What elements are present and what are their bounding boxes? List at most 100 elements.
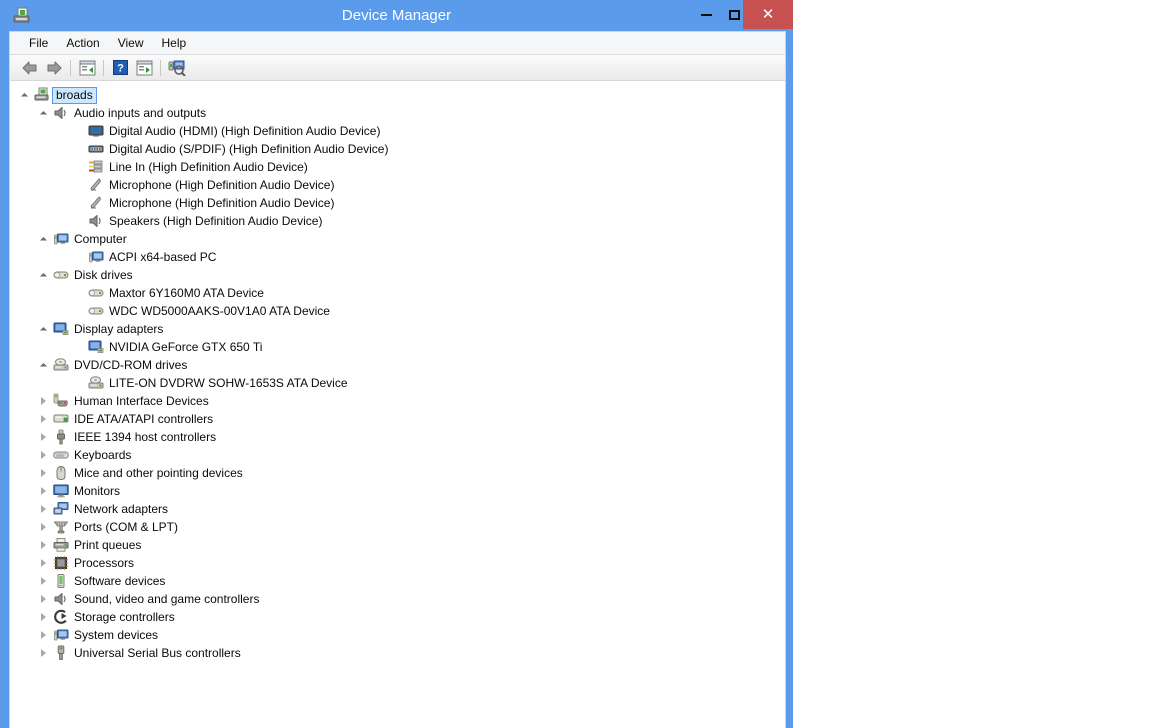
expand-triangle-expanded-icon[interactable]	[35, 266, 51, 284]
tree-node[interactable]: Display adapters	[10, 320, 785, 338]
tree-node[interactable]: Digital Audio (S/PDIF) (High Definition …	[10, 140, 785, 158]
tree-node[interactable]: Maxtor 6Y160M0 ATA Device	[10, 284, 785, 302]
tree-node[interactable]: LITE-ON DVDRW SOHW-1653S ATA Device	[10, 374, 785, 392]
tree-node[interactable]: Universal Serial Bus controllers	[10, 644, 785, 662]
maximize-icon	[729, 9, 740, 20]
tree-node[interactable]: Storage controllers	[10, 608, 785, 626]
ieee1394-icon	[51, 428, 71, 446]
computer-icon	[51, 230, 71, 248]
expand-triangle-collapsed-icon[interactable]	[35, 536, 51, 554]
tree-node[interactable]: Keyboards	[10, 446, 785, 464]
tree-node[interactable]: Mice and other pointing devices	[10, 464, 785, 482]
toolbar-separator-1	[70, 59, 71, 76]
expand-triangle-expanded-icon[interactable]	[35, 104, 51, 122]
tree-node[interactable]: Audio inputs and outputs	[10, 104, 785, 122]
tree-node-label: DVD/CD-ROM drives	[74, 358, 188, 372]
help-button[interactable]: ?	[108, 57, 132, 79]
expand-triangle-collapsed-icon[interactable]	[35, 410, 51, 428]
tree-node[interactable]: IDE ATA/ATAPI controllers	[10, 410, 785, 428]
tree-node[interactable]: Network adapters	[10, 500, 785, 518]
title-bar[interactable]: Device Manager ✕	[0, 0, 793, 32]
tree-node[interactable]: ACPI x64-based PC	[10, 248, 785, 266]
tree-node-label: Software devices	[74, 574, 166, 588]
tree-node[interactable]: broads	[10, 86, 785, 104]
display-adapter-icon	[86, 338, 106, 356]
expand-triangle-collapsed-icon[interactable]	[35, 590, 51, 608]
expand-triangle-collapsed-icon[interactable]	[35, 608, 51, 626]
tree-node[interactable]: System devices	[10, 626, 785, 644]
expand-triangle-expanded-icon[interactable]	[35, 320, 51, 338]
tree-node[interactable]: WDC WD5000AAKS-00V1A0 ATA Device	[10, 302, 785, 320]
tree-node[interactable]: Disk drives	[10, 266, 785, 284]
disk-drive-icon	[51, 266, 71, 284]
tree-node[interactable]: Computer	[10, 230, 785, 248]
tree-node-label: Digital Audio (HDMI) (High Definition Au…	[109, 124, 381, 138]
tree-node-label: Mice and other pointing devices	[74, 466, 243, 480]
microphone-icon	[86, 176, 106, 194]
tree-node[interactable]: DVD/CD-ROM drives	[10, 356, 785, 374]
tree-node-label: Line In (High Definition Audio Device)	[109, 160, 308, 174]
tree-node-label: Maxtor 6Y160M0 ATA Device	[109, 286, 264, 300]
device-manager-window: Device Manager ✕ File Action View Help ?…	[0, 0, 793, 728]
expand-triangle-collapsed-icon[interactable]	[35, 518, 51, 536]
keyboard-icon	[51, 446, 71, 464]
tree-node-label: WDC WD5000AAKS-00V1A0 ATA Device	[109, 304, 330, 318]
microphone-icon	[86, 194, 106, 212]
show-hide-console-tree-button[interactable]	[75, 57, 99, 79]
tree-node[interactable]: NVIDIA GeForce GTX 650 Ti	[10, 338, 785, 356]
tree-node[interactable]: Microphone (High Definition Audio Device…	[10, 194, 785, 212]
mouse-icon	[51, 464, 71, 482]
menu-view[interactable]: View	[109, 34, 153, 52]
tree-node[interactable]: Ports (COM & LPT)	[10, 518, 785, 536]
tree-node-label: Network adapters	[74, 502, 169, 516]
expand-triangle-collapsed-icon[interactable]	[35, 428, 51, 446]
tree-node[interactable]: Line In (High Definition Audio Device)	[10, 158, 785, 176]
properties-button[interactable]	[132, 57, 156, 79]
tree-node-label: Display adapters	[74, 322, 164, 336]
tree-node-label: System devices	[74, 628, 159, 642]
tree-node-label: NVIDIA GeForce GTX 650 Ti	[109, 340, 263, 354]
optical-drive-icon	[51, 356, 71, 374]
tree-node-label: IDE ATA/ATAPI controllers	[74, 412, 214, 426]
tree-node-label: Monitors	[74, 484, 121, 498]
tree-node[interactable]: Speakers (High Definition Audio Device)	[10, 212, 785, 230]
tree-node[interactable]: Microphone (High Definition Audio Device…	[10, 176, 785, 194]
expand-triangle-collapsed-icon[interactable]	[35, 554, 51, 572]
toolbar: ?	[10, 55, 785, 81]
expand-triangle-expanded-icon[interactable]	[16, 86, 32, 104]
scan-for-hardware-changes-button[interactable]	[165, 57, 189, 79]
expand-triangle-collapsed-icon[interactable]	[35, 644, 51, 662]
expand-triangle-collapsed-icon[interactable]	[35, 572, 51, 590]
expand-triangle-collapsed-icon[interactable]	[35, 392, 51, 410]
expand-triangle-collapsed-icon[interactable]	[35, 500, 51, 518]
port-icon	[51, 518, 71, 536]
close-button[interactable]: ✕	[743, 0, 793, 29]
expand-triangle-expanded-icon[interactable]	[35, 356, 51, 374]
expand-triangle-collapsed-icon[interactable]	[35, 626, 51, 644]
expand-triangle-expanded-icon[interactable]	[35, 230, 51, 248]
back-button[interactable]	[18, 57, 42, 79]
tree-node[interactable]: Print queues	[10, 536, 785, 554]
tree-node-spacer	[70, 140, 86, 158]
tree-node-label: IEEE 1394 host controllers	[74, 430, 217, 444]
menu-action[interactable]: Action	[57, 34, 108, 52]
tree-node[interactable]: Sound, video and game controllers	[10, 590, 785, 608]
tree-node-label: Keyboards	[74, 448, 132, 462]
tree-node[interactable]: Software devices	[10, 572, 785, 590]
menu-help[interactable]: Help	[153, 34, 196, 52]
tree-node[interactable]: Monitors	[10, 482, 785, 500]
line-in-jack-icon	[86, 158, 106, 176]
tree-node-spacer	[70, 176, 86, 194]
tree-node[interactable]: Digital Audio (HDMI) (High Definition Au…	[10, 122, 785, 140]
tree-node[interactable]: Human Interface Devices	[10, 392, 785, 410]
tree-node-spacer	[70, 374, 86, 392]
forward-button[interactable]	[42, 57, 66, 79]
tree-node[interactable]: Processors	[10, 554, 785, 572]
display-adapter-icon	[51, 320, 71, 338]
expand-triangle-collapsed-icon[interactable]	[35, 482, 51, 500]
expand-triangle-collapsed-icon[interactable]	[35, 464, 51, 482]
tree-node[interactable]: IEEE 1394 host controllers	[10, 428, 785, 446]
expand-triangle-collapsed-icon[interactable]	[35, 446, 51, 464]
menu-file[interactable]: File	[20, 34, 57, 52]
device-tree[interactable]: broads Audio inputs and outputs Digital Au…	[10, 82, 785, 728]
